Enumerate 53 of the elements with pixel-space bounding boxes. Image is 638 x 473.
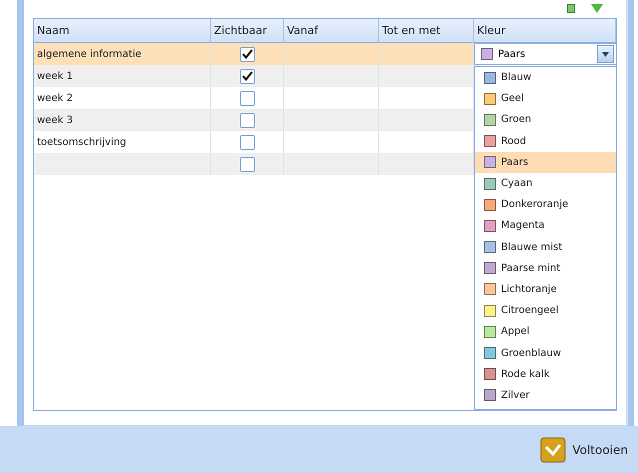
dropdown-option[interactable]: Citroengeel — [475, 300, 616, 322]
dropdown-option[interactable]: Geel — [475, 88, 616, 110]
column-header[interactable]: Kleur — [474, 19, 616, 43]
checkbox[interactable] — [240, 134, 254, 150]
column-header[interactable]: Zichtbaar — [211, 19, 284, 43]
dropdown-option[interactable]: Appel — [475, 321, 616, 342]
table-cell: algemene informatie — [34, 43, 211, 65]
dropdown-option[interactable]: Lichtoranje — [475, 278, 616, 300]
dropdown-option[interactable]: Groenblauw — [475, 342, 616, 364]
option-label: Groenblauw — [501, 348, 562, 359]
column-header[interactable]: Vanaf — [284, 19, 379, 43]
finish-button[interactable]: Voltooien — [540, 436, 628, 462]
checkbox[interactable] — [240, 68, 254, 84]
option-label: Rode kalk — [501, 368, 550, 380]
table-cell: week 3 — [34, 109, 211, 131]
checkmark-icon — [540, 436, 566, 462]
option-label: Zilver — [501, 390, 530, 401]
option-label: Blauw — [501, 72, 532, 84]
option-label: Rood — [501, 136, 526, 147]
option-label: Groen — [501, 114, 532, 126]
dropdown-option[interactable]: Groen — [475, 109, 616, 131]
dropdown-option[interactable]: Blauw — [475, 67, 616, 88]
option-label: Magenta — [501, 220, 545, 232]
option-label: Paars — [501, 156, 528, 168]
checkbox[interactable] — [240, 156, 254, 172]
option-label: Donkeroranje — [501, 199, 568, 210]
down-arrow-icon[interactable] — [591, 4, 603, 13]
dropdown-option[interactable]: Blauwe mist — [475, 236, 616, 258]
dropdown-option[interactable]: Cyaan — [475, 172, 616, 194]
option-label: Citroengeel — [501, 305, 559, 316]
dropdown-option[interactable]: Paarse mint — [475, 258, 616, 279]
dropdown-option[interactable]: Rood — [475, 130, 616, 152]
column-header[interactable]: Naam — [34, 19, 211, 43]
dropdown-option[interactable]: Rode kalk — [475, 364, 616, 385]
option-label: Blauwe mist — [501, 242, 562, 253]
dropdown-option[interactable]: Zilver — [475, 384, 616, 406]
dropdown-option[interactable]: Paars — [475, 152, 616, 173]
table-cell: toetsomschrijving — [34, 131, 211, 153]
checkbox[interactable] — [240, 46, 254, 62]
table-cell: week 1 — [34, 65, 211, 87]
table-cell: week 2 — [34, 87, 211, 109]
option-label: Geel — [501, 93, 524, 104]
column-header[interactable]: Tot en met — [379, 19, 474, 43]
color-dropdown[interactable]: Paars — [474, 43, 617, 65]
dropdown-option[interactable]: Donkeroranje — [475, 194, 616, 216]
option-label: Cyaan — [501, 178, 532, 190]
checkbox[interactable] — [240, 112, 254, 128]
checkbox[interactable] — [240, 90, 254, 106]
option-label: Paarse mint — [501, 262, 560, 274]
dropdown-option[interactable]: Magenta — [475, 215, 616, 236]
option-label: Appel — [501, 326, 530, 338]
dropdown-value: Paars — [498, 48, 526, 60]
option-label: Lichtoranje — [501, 284, 557, 295]
